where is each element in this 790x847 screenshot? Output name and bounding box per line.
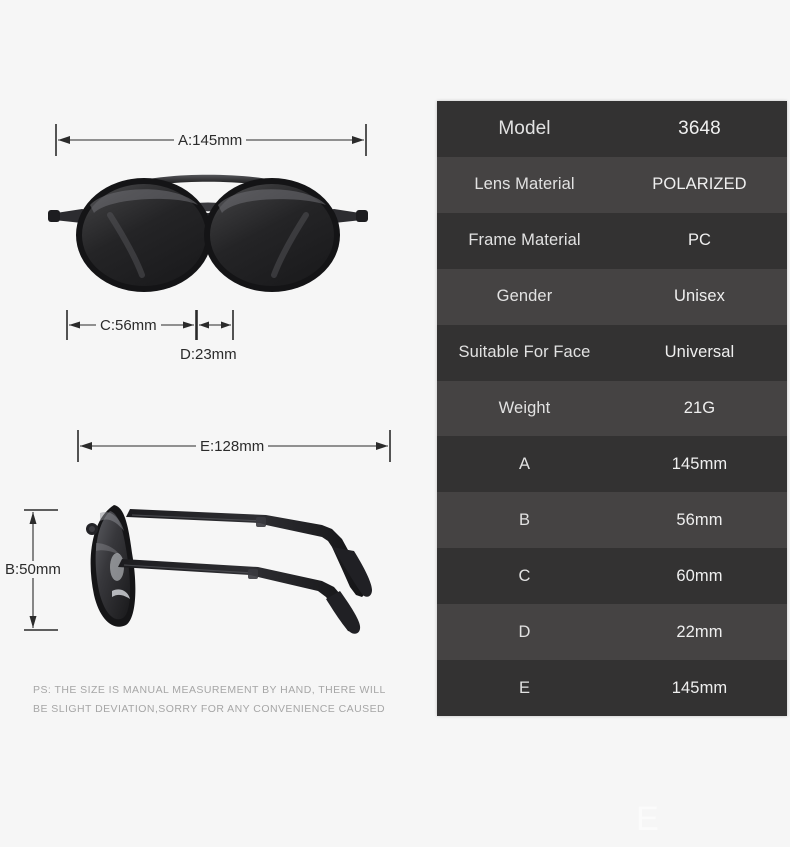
spec-value: PC [687, 231, 712, 250]
spec-label: Lens Material [474, 175, 575, 194]
disclaimer-line-1: PS: THE SIZE IS MANUAL MEASUREMENT BY HA… [33, 684, 386, 696]
spec-row: Model 3648 [437, 101, 787, 157]
spec-row: A 145mm [437, 436, 787, 493]
dimension-b-label: B:50mm [1, 561, 65, 578]
dimension-c-label: C:56mm [96, 317, 161, 334]
spec-label: Frame Material [468, 231, 581, 250]
dimension-a-label: A:145mm [174, 132, 247, 149]
dimension-d-label: D:23mm [176, 346, 241, 363]
dimension-e-label: E:128mm [196, 438, 269, 455]
spec-label: Model [498, 117, 551, 139]
spec-row: B 56mm [437, 492, 787, 549]
spec-row: C 60mm [437, 548, 787, 605]
spec-value: 60mm [676, 566, 723, 585]
spec-value: POLARIZED [652, 175, 747, 194]
spec-label: E [518, 678, 531, 697]
spec-label: A [518, 454, 531, 473]
spec-label: D [518, 622, 531, 641]
spec-row: Frame Material PC [437, 212, 787, 269]
watermark-letter: E [636, 800, 659, 838]
sunglasses-front-view [48, 174, 368, 292]
disclaimer-line-2: BE SLIGHT DEVIATION,SORRY FOR ANY CONVEN… [33, 703, 386, 715]
sunglasses-side-view [86, 505, 372, 634]
spec-row: Gender Unisex [437, 268, 787, 325]
spec-value: 56mm [676, 510, 723, 529]
spec-label: Weight [498, 398, 551, 417]
spec-row: Weight 21G [437, 380, 787, 437]
spec-value: 145mm [671, 454, 728, 473]
spec-row: E 145mm [437, 660, 787, 716]
spec-label: C [518, 566, 531, 585]
spec-value: Universal [664, 343, 735, 362]
spec-value: 145mm [671, 678, 728, 697]
spec-value: 22mm [676, 622, 723, 641]
spec-row: D 22mm [437, 604, 787, 661]
spec-label: Suitable For Face [458, 343, 591, 362]
spec-value: 3648 [678, 117, 721, 139]
specification-table: Model 3648 Lens Material POLARIZED Frame Mat… [437, 101, 787, 716]
spec-label: B [518, 510, 531, 529]
spec-row: Lens Material POLARIZED [437, 156, 787, 213]
spec-value: Unisex [673, 287, 726, 306]
product-spec-sheet: A:145mm C:56mm D:23mm E:128mm B:50mm PS:… [0, 0, 790, 847]
dimension-d-drawing [196, 310, 234, 340]
spec-label: Gender [496, 287, 553, 306]
spec-row: Suitable For Face Universal [437, 324, 787, 381]
spec-value: 21G [683, 398, 716, 417]
